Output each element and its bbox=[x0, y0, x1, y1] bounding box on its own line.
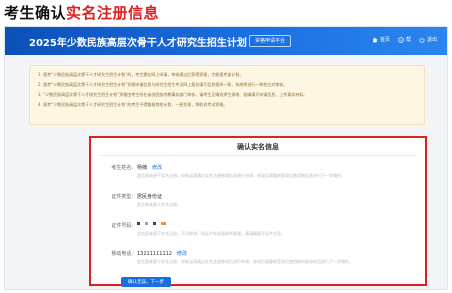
notice-line: 4. 报考“少数民族高层次骨干人才研究生招生计划”的考生不得兼报其他计划，一经发… bbox=[38, 102, 228, 107]
home-icon bbox=[372, 37, 378, 42]
app-screenshot: 2025年少数民族高层次骨干人才研究生招生计划 资格申请平台 首页 帮 退出 1… bbox=[4, 26, 448, 290]
nav-home-label: 首页 bbox=[379, 37, 390, 43]
masked-block bbox=[161, 222, 166, 225]
panel-title: 确认实名信息 bbox=[237, 143, 279, 151]
nav-home[interactable]: 首页 bbox=[372, 36, 390, 43]
field-phone-value: 13211111112 bbox=[137, 251, 172, 257]
app-title: 2025年少数民族高层次骨干人才研究生招生计划 bbox=[29, 38, 247, 49]
field-name-value: 杨楠 bbox=[137, 165, 148, 171]
field-id-type-label: 证件类型: bbox=[111, 194, 133, 200]
page-heading-prefix: 考生确认 bbox=[4, 4, 67, 22]
field-id-type-hint: 此信息来源于实名注册。 bbox=[137, 202, 181, 207]
field-phone-hint: 此信息来源于实名注册，如有误请通过实名注册修改后进行申请，修改后请重新登录后使用… bbox=[137, 259, 353, 264]
confirm-next-button[interactable]: 确认无误，下一步 bbox=[121, 277, 171, 287]
confirm-info-panel: 确认实名信息 考生姓名: 杨楠 修改 此信息来源于实名注册，如有误请通过实名注册修… bbox=[89, 136, 427, 287]
field-id-number-label: 证件号码: bbox=[111, 223, 133, 229]
notice-box: 1. 报考“少数民族高层次骨干人才研究生招生计划”的，考生需在网上申请，审核通过… bbox=[29, 65, 425, 125]
field-name-label: 考生姓名: bbox=[111, 165, 133, 171]
edit-phone-link[interactable]: 修改 bbox=[177, 251, 187, 257]
app-header: 2025年少数民族高层次骨干人才研究生招生计划 资格申请平台 首页 帮 退出 bbox=[5, 27, 447, 55]
masked-block bbox=[137, 222, 140, 225]
nav-exit-label: 退出 bbox=[426, 37, 437, 43]
field-phone-value-row: 13211111112 修改 bbox=[137, 250, 187, 257]
field-id-type-value: 居民身份证 bbox=[137, 194, 163, 200]
nav-exit[interactable]: 退出 bbox=[419, 36, 437, 43]
masked-block bbox=[145, 222, 148, 225]
nav-help-label: 帮 bbox=[405, 37, 411, 43]
page-heading: 考生确认实名注册信息 bbox=[4, 2, 159, 23]
field-name-hint: 此信息来源于实名注册，如有误请通过实名注册修改后再进行申请，修改后请重新登录后使… bbox=[137, 173, 345, 178]
nav-help[interactable]: 帮 bbox=[398, 36, 411, 43]
notice-line: 1. 报考“少数民族高层次骨干人才研究生招生计划”的，考生需在网上申请，审核通过… bbox=[38, 72, 244, 77]
logout-icon bbox=[419, 37, 425, 43]
panel-divider bbox=[99, 155, 417, 156]
edit-name-link[interactable]: 修改 bbox=[152, 165, 162, 171]
header-nav: 首页 帮 退出 bbox=[372, 36, 437, 43]
field-id-number-hint: 此信息来源于实名注册，不可修改，如证件有误请联系客服，请谨慎填写证件信息。 bbox=[137, 231, 285, 236]
masked-block bbox=[153, 222, 156, 225]
notice-line: 2. 报考“少数民族高层次骨干人才研究生招生计划”资格申请信息与研究生招生考试网… bbox=[38, 82, 288, 87]
notice-line: 3. “少数民族高层次骨干人才研究生招生计划”资格由考生所在省份民族宗教事务部门… bbox=[38, 92, 308, 97]
page-heading-highlight: 实名注册信息 bbox=[66, 4, 160, 22]
field-name-value-row: 杨楠 修改 bbox=[137, 164, 162, 171]
platform-badge: 资格申请平台 bbox=[249, 35, 292, 47]
field-phone-label: 移动电话: bbox=[111, 251, 133, 257]
field-id-number-masked bbox=[137, 222, 166, 225]
help-icon bbox=[398, 36, 404, 43]
